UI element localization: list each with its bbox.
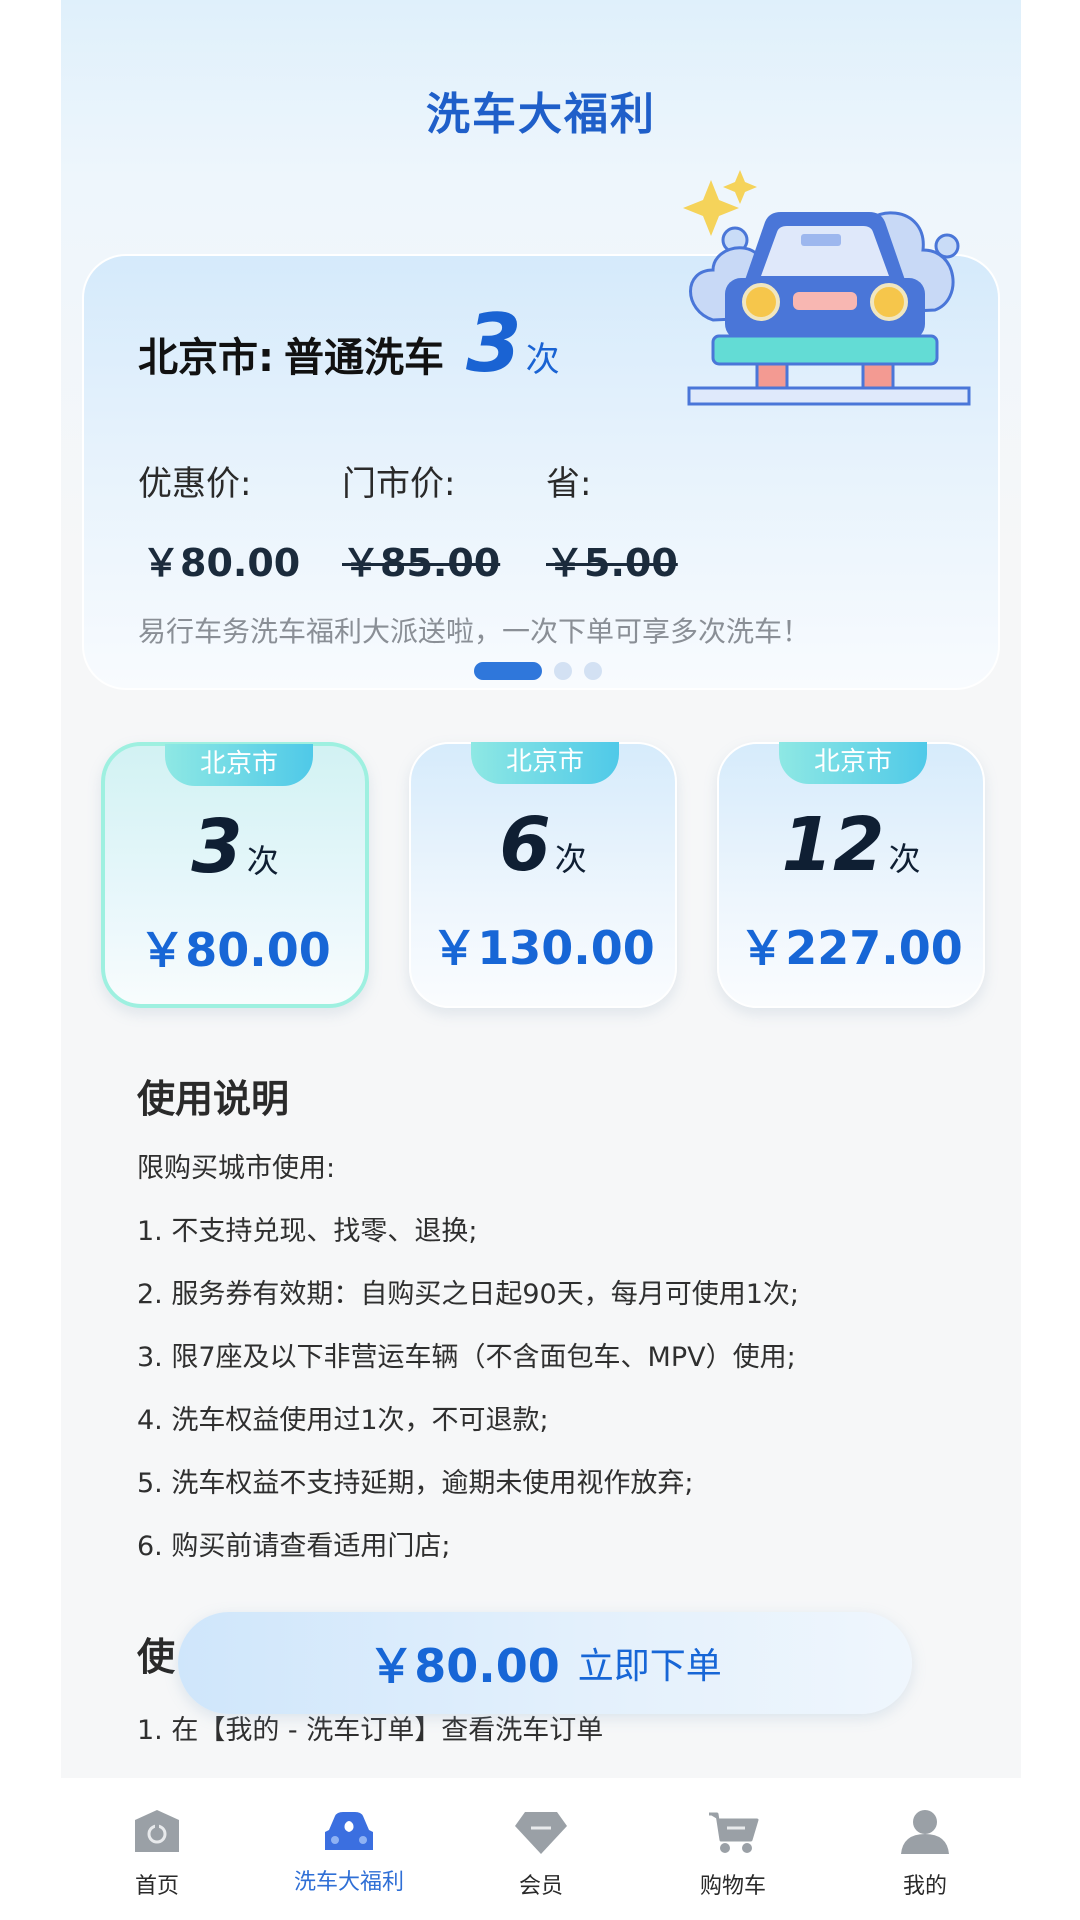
store-price: ￥85.00 (342, 541, 501, 585)
package-count: 6 (499, 802, 551, 888)
tab-label: 首页 (134, 1874, 179, 1899)
package-city-tag: 北京市 (779, 742, 927, 784)
package-count: 12 (781, 802, 885, 888)
hero-city: 北京市: (138, 335, 274, 381)
home-icon (135, 1810, 179, 1852)
page-title: 洗车大福利 (426, 89, 656, 140)
package-card-12[interactable]: 北京市 12 次 ￥227.00 (717, 742, 985, 1008)
package-city-tag: 北京市 (165, 744, 313, 786)
tab-home[interactable]: 首页 (61, 1778, 253, 1920)
package-count-row: 6次 (411, 802, 675, 888)
process-title: 使 (137, 1635, 176, 1679)
save-label: 省: (546, 464, 592, 504)
discount-label: 优惠价: (138, 464, 252, 504)
hero-heading: 北京市: 普通洗车 3 次 (138, 304, 560, 384)
tab-label: 我的 (902, 1874, 947, 1899)
usage-rule: 4. 洗车权益使用过1次，不可退款; (137, 1405, 549, 1436)
package-unit: 次 (246, 842, 279, 880)
hero-count: 3 (466, 297, 522, 390)
tab-cart[interactable]: 购物车 (637, 1778, 829, 1920)
carousel-dot[interactable] (584, 662, 602, 680)
save-price-group: 省: ￥5.00 (546, 456, 678, 585)
package-price: ￥227.00 (739, 921, 963, 975)
carousel-dot-active[interactable] (474, 662, 542, 680)
package-card-3[interactable]: 北京市 3次 ￥80.00 (101, 742, 369, 1008)
store-price-label: 门市价: (342, 464, 456, 504)
tab-label: 洗车大福利 (293, 1870, 404, 1895)
car-wash-illustration-icon (683, 170, 971, 406)
discount-price: ￥80.00 (142, 541, 301, 585)
usage-intro: 限购买城市使用: (137, 1153, 336, 1184)
package-price: ￥130.00 (431, 921, 655, 975)
bottom-tab-bar: 首页 洗车大福利 会员 购物车 我的 (61, 1778, 1021, 1920)
usage-rule: 3. 限7座及以下非营运车辆（不含面包车、MPV）使用; (137, 1342, 796, 1373)
package-count-row: 3次 (105, 804, 365, 890)
usage-rule: 5. 洗车权益不支持延期，逾期未使用视作放弃; (137, 1468, 694, 1499)
carousel-dot[interactable] (554, 662, 572, 680)
package-unit: 次 (888, 840, 921, 878)
usage-title: 使用说明 (137, 1077, 290, 1121)
usage-rule: 2. 服务券有效期：自购买之日起90天，每月可使用1次; (137, 1279, 799, 1310)
tab-label: 购物车 (699, 1874, 766, 1899)
package-count: 3 (191, 804, 243, 890)
save-price: ￥5.00 (546, 541, 678, 585)
tab-label: 会员 (518, 1874, 563, 1899)
package-city-tag: 北京市 (471, 742, 619, 784)
hero-service: 普通洗车 (284, 335, 444, 381)
order-bar[interactable]: ￥80.00 立即下单 (178, 1612, 912, 1714)
package-count-row: 12 次 (719, 802, 983, 888)
hero-unit: 次 (525, 340, 560, 380)
car-wash-icon (325, 1812, 373, 1850)
tab-car-wash[interactable]: 洗车大福利 (253, 1778, 445, 1920)
diamond-icon (515, 1812, 567, 1854)
discount-price-group: 优惠价: ￥80.00 (138, 456, 300, 585)
carousel-indicator[interactable] (474, 662, 602, 680)
store-price-group: 门市价: ￥85.00 (342, 456, 500, 585)
order-price: ￥80.00 (368, 1639, 560, 1693)
usage-rule: 6. 购买前请查看适用门店; (137, 1531, 451, 1562)
tab-mine[interactable]: 我的 (829, 1778, 1021, 1920)
user-icon (901, 1810, 949, 1854)
hero-description: 易行车务洗车福利大派送啦，一次下单可享多次洗车！ (138, 615, 811, 648)
place-order-button[interactable]: 立即下单 (578, 1637, 722, 1689)
cart-icon (709, 1812, 759, 1853)
package-card-6[interactable]: 北京市 6次 ￥130.00 (409, 742, 677, 1008)
tab-member[interactable]: 会员 (445, 1778, 637, 1920)
usage-rule: 1. 不支持兑现、找零、退换; (137, 1216, 478, 1247)
page: 洗车大福利 北京市: 普通洗车 3 次 优惠价: ￥80.00 门市价: ￥85… (61, 0, 1021, 1920)
package-price: ￥80.00 (139, 923, 331, 977)
package-unit: 次 (554, 840, 587, 878)
